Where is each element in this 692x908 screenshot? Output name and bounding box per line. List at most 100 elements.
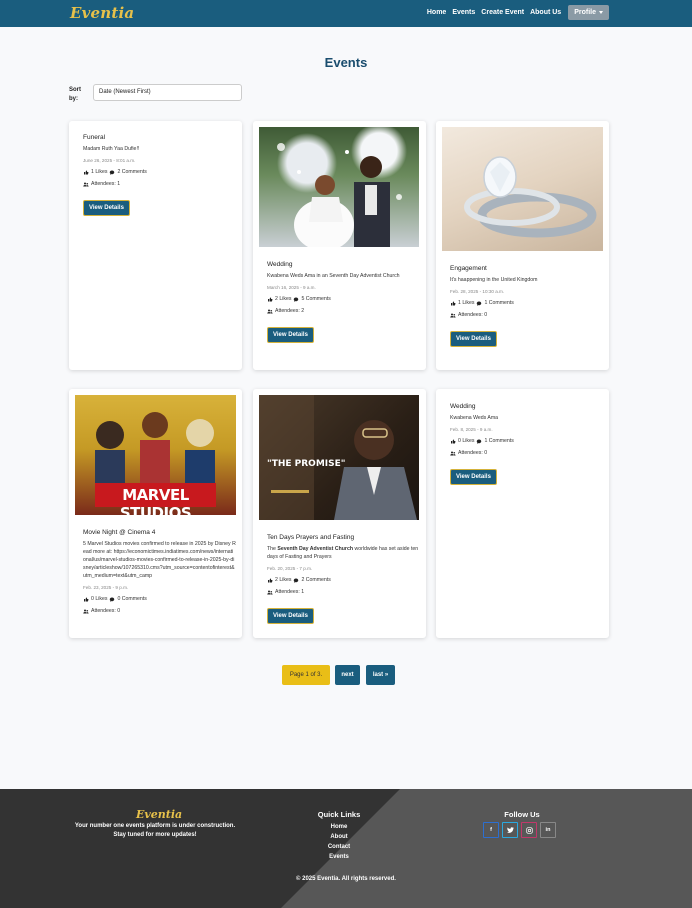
- poster-title: MARVEL STUDIOS: [119, 486, 192, 515]
- nav-link-create-event[interactable]: Create Event: [481, 9, 524, 16]
- nav-link-events[interactable]: Events: [452, 9, 475, 16]
- twitter-icon[interactable]: [502, 822, 518, 838]
- view-details-button[interactable]: View Details: [450, 469, 497, 485]
- sort-label: Sort by:: [69, 87, 81, 102]
- instagram-glyph: [525, 826, 533, 834]
- event-title: Movie Night @ Cinema 4: [83, 529, 156, 536]
- likes-count: 2 Likes: [275, 577, 292, 583]
- attendees-count: Attendees: 2: [275, 308, 305, 314]
- thumbs-up-icon: [268, 297, 273, 301]
- comments-count: 1 Comments: [484, 438, 514, 444]
- poster-title: "THE PROMISE": [267, 459, 346, 469]
- attendees-count: Attendees: 0: [458, 450, 488, 456]
- page-title: Events: [324, 55, 368, 70]
- brand-logo[interactable]: Eventia: [70, 4, 134, 22]
- likes-count: 0 Likes: [458, 438, 475, 444]
- view-details-button[interactable]: View Details: [267, 608, 314, 624]
- event-card: "THE PROMISE" Ten Days Prayers and Fasti…: [253, 389, 426, 638]
- users-icon: [267, 590, 273, 594]
- event-image: MARVEL STUDIOS: [75, 395, 236, 515]
- facebook-icon[interactable]: f: [483, 822, 499, 838]
- event-card: Wedding Kwabena Weds Ama in an Seventh D…: [253, 121, 426, 370]
- event-title: Wedding: [450, 403, 476, 410]
- attendees-count: Attendees: 1: [275, 589, 305, 595]
- attendees-count: Attendees: 0: [91, 608, 121, 614]
- event-card: Wedding Kwabena Weds Ama Feb. 8, 2025 - …: [436, 389, 609, 638]
- event-image: [442, 127, 603, 251]
- thumbs-up-icon: [84, 597, 89, 601]
- event-date: Feb. 23, 2025 - 9 p.m.: [83, 585, 129, 590]
- engagement-ring-illustration: [464, 156, 597, 238]
- footer-tagline: Your number one events platform is under…: [74, 823, 236, 838]
- last-page-button[interactable]: last »: [366, 665, 395, 685]
- attendees-count: Attendees: 0: [458, 312, 488, 318]
- footer-brand-logo: Eventia: [136, 808, 183, 821]
- social-links: f in: [483, 822, 556, 838]
- quick-links: Home About Contact Events: [290, 822, 388, 862]
- thumbs-up-icon: [268, 578, 273, 582]
- event-stats: 2 Likes 5 Comments: [267, 296, 420, 302]
- likes-count: 2 Likes: [275, 296, 292, 302]
- event-description: Kwabena Weds Ama in an Seventh Day Adven…: [267, 273, 400, 279]
- event-date: March 16, 2025 - 9 a.m.: [267, 285, 316, 290]
- thumbs-up-icon: [84, 170, 89, 174]
- profile-label: Profile: [574, 9, 596, 16]
- event-date: June 26, 2025 - 8:01 a.m.: [83, 158, 136, 163]
- thumbs-up-icon: [451, 439, 456, 443]
- comment-icon: [477, 301, 482, 306]
- linkedin-icon[interactable]: in: [540, 822, 556, 838]
- navbar: Eventia Home Events Create Event About U…: [0, 0, 692, 27]
- event-description: Kwabena Weds Ama: [450, 415, 499, 421]
- event-attendees: Attendees: 0: [450, 450, 603, 456]
- next-page-button[interactable]: next: [335, 665, 360, 685]
- comments-count: 2 Comments: [117, 169, 147, 175]
- event-image: [259, 127, 419, 247]
- event-stats: 1 Likes 1 Comments: [450, 300, 603, 306]
- event-card: Funeral Madam Ruth Yaa Dufie!! June 26, …: [69, 121, 242, 370]
- event-attendees: Attendees: 2: [267, 308, 420, 314]
- footer-link-events[interactable]: Events: [290, 852, 388, 862]
- event-description: 5 Marvel Studios movies confirmed to rel…: [83, 541, 236, 579]
- comment-icon: [294, 297, 299, 302]
- copyright: © 2025 Eventia. All rights reserved.: [296, 876, 396, 882]
- event-date: Feb. 8, 2025 - 9 a.m.: [450, 427, 493, 432]
- event-date: Feb. 20, 2025 - 7 p.m.: [267, 566, 313, 571]
- event-stats: 0 Likes 1 Comments: [450, 438, 603, 444]
- event-title: Funeral: [83, 134, 106, 141]
- nav-links: Home Events Create Event About Us Profil…: [427, 5, 609, 20]
- likes-count: 1 Likes: [458, 300, 475, 306]
- comments-count: 1 Comments: [484, 300, 514, 306]
- users-icon: [83, 609, 89, 613]
- footer: Eventia Your number one events platform …: [0, 789, 692, 908]
- likes-count: 1 Likes: [91, 169, 108, 175]
- event-title: Engagement: [450, 265, 487, 272]
- quick-links-title: Quick Links: [317, 810, 361, 819]
- event-attendees: Attendees: 1: [83, 181, 236, 187]
- comment-icon: [110, 170, 115, 175]
- footer-link-home[interactable]: Home: [290, 822, 388, 832]
- twitter-bird-glyph: [506, 827, 514, 833]
- sort-select[interactable]: Date (Newest First): [93, 84, 242, 101]
- event-card: Engagement It's haappening in the United…: [436, 121, 609, 370]
- instagram-icon[interactable]: [521, 822, 537, 838]
- attendees-count: Attendees: 1: [91, 181, 121, 187]
- event-description: The Seventh Day Adventist Church worldwi…: [267, 546, 419, 560]
- view-details-button[interactable]: View Details: [267, 327, 314, 343]
- footer-link-contact[interactable]: Contact: [290, 842, 388, 852]
- comment-icon: [477, 439, 482, 444]
- users-icon: [450, 451, 456, 455]
- comments-count: 5 Comments: [301, 296, 331, 302]
- event-stats: 1 Likes 2 Comments: [83, 169, 236, 175]
- likes-count: 0 Likes: [91, 596, 108, 602]
- view-details-button[interactable]: View Details: [83, 200, 130, 216]
- profile-dropdown-button[interactable]: Profile: [568, 5, 609, 20]
- view-details-button[interactable]: View Details: [450, 331, 497, 347]
- event-title: Ten Days Prayers and Fasting: [267, 534, 355, 541]
- nav-link-home[interactable]: Home: [427, 9, 446, 16]
- event-date: Feb. 28, 2025 - 10:30 a.m.: [450, 289, 505, 294]
- event-attendees: Attendees: 0: [83, 608, 236, 614]
- nav-link-about-us[interactable]: About Us: [530, 9, 561, 16]
- the-promise-poster-illustration: [259, 395, 417, 520]
- footer-link-about[interactable]: About: [290, 832, 388, 842]
- wedding-couple-illustration: [277, 143, 402, 247]
